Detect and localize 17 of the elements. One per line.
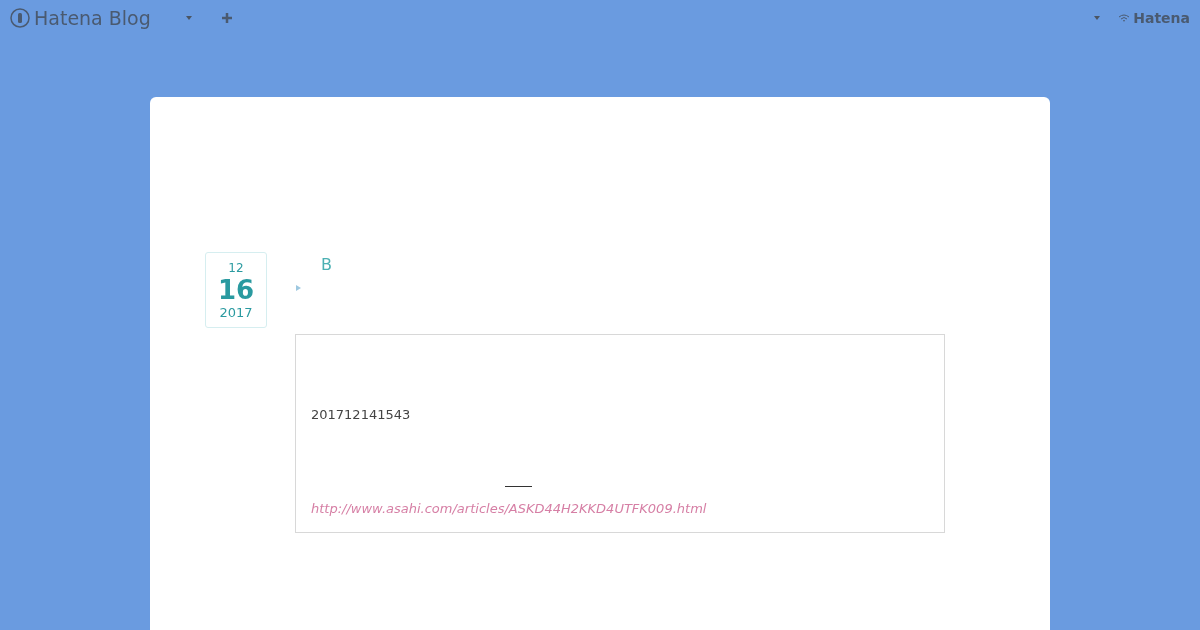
caret-icon bbox=[1094, 16, 1101, 20]
source-link[interactable]: http://www.asahi.com/articles/ASKD44H2KKD4UTFK009.html bbox=[311, 498, 929, 518]
hatena-link[interactable]: Hatena bbox=[1118, 7, 1190, 29]
quote-text: 201712141543 bbox=[311, 406, 412, 424]
year-label: 2017 bbox=[219, 305, 253, 319]
wifi-icon bbox=[1118, 13, 1131, 23]
triangle-icon bbox=[296, 285, 301, 291]
dropdown-button[interactable] bbox=[183, 14, 194, 22]
month-label: 12 bbox=[228, 261, 244, 274]
day-label: 16 bbox=[217, 276, 255, 303]
add-button[interactable] bbox=[219, 11, 234, 25]
bottle-icon bbox=[10, 8, 30, 28]
caret-icon bbox=[185, 16, 192, 20]
plus-icon bbox=[221, 13, 232, 23]
entry-title[interactable]: B bbox=[321, 253, 332, 277]
account-menu-button[interactable] bbox=[1092, 14, 1103, 22]
logo-link[interactable]: Hatena Blog bbox=[10, 3, 151, 33]
